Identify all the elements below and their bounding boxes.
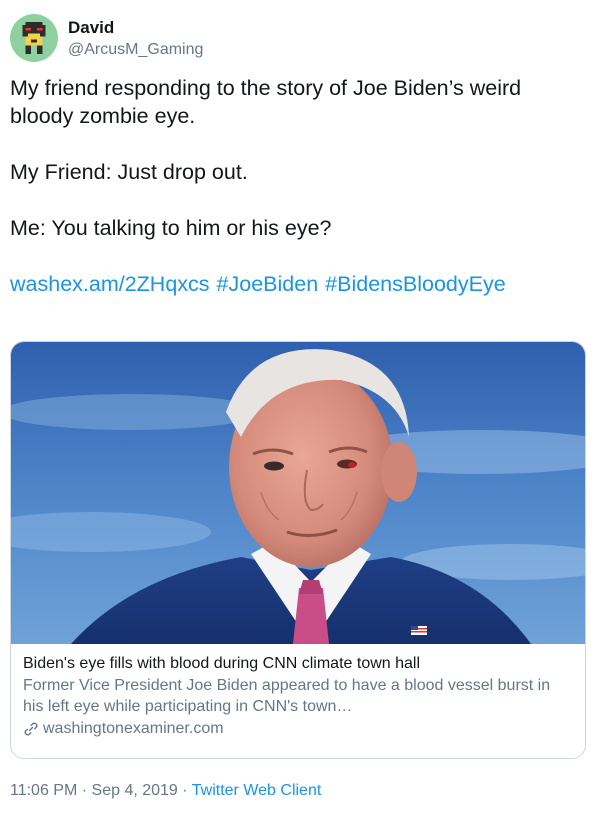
link-icon xyxy=(24,722,38,735)
user-handle[interactable]: @ArcusM_Gaming xyxy=(68,39,203,60)
tweet-links: washex.am/2ZHqxcs #JoeBiden #BidensBloodyE… xyxy=(10,270,590,298)
pixel-robot-avatar-icon xyxy=(22,22,46,54)
tweet-paragraph: Me: You talking to him or his eye? xyxy=(10,216,332,240)
avatar[interactable] xyxy=(10,14,58,62)
card-description: Former Vice President Joe Biden appeared… xyxy=(23,677,551,715)
tweet-paragraph: My friend responding to the story of Joe… xyxy=(10,76,522,128)
card-title: Biden's eye fills with blood during CNN … xyxy=(23,655,421,672)
meta-separator: · xyxy=(81,782,88,799)
display-name[interactable]: David xyxy=(68,17,203,39)
client-link[interactable]: Twitter Web Client xyxy=(192,782,322,799)
tweet-date[interactable]: Sep 4, 2019 xyxy=(92,782,178,799)
card-domain: washingtonexaminer.com xyxy=(43,720,224,737)
tweet-meta: 11:06 PM · Sep 4, 2019 · Twitter Web Cli… xyxy=(10,780,321,801)
card-image xyxy=(11,342,585,644)
tweet-time[interactable]: 11:06 PM xyxy=(10,782,77,799)
meta-separator: · xyxy=(182,782,188,799)
card-domain-row: washingtonexaminer.com xyxy=(23,718,573,739)
link-preview-card[interactable]: Biden's eye fills with blood during CNN … xyxy=(10,341,586,759)
tweet-paragraph: My Friend: Just drop out. xyxy=(10,160,248,184)
hashtag-link[interactable]: #JoeBiden xyxy=(217,272,319,296)
hashtag-link[interactable]: #BidensBloodyEye xyxy=(325,272,505,296)
tweet-text: My friend responding to the story of Joe… xyxy=(10,74,590,326)
short-link[interactable]: washex.am/2ZHqxcs xyxy=(10,272,210,296)
tweet-header: David @ArcusM_Gaming xyxy=(10,10,203,66)
